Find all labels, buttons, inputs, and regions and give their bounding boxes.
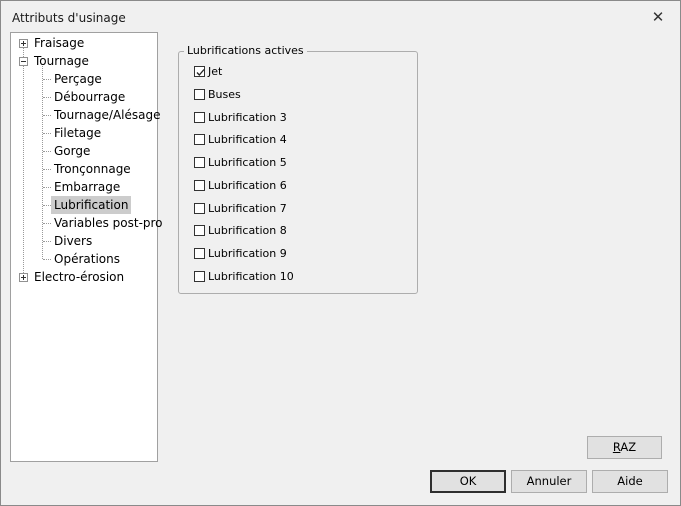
checkbox-label: Jet [208,65,223,78]
tree-line [43,187,51,188]
tree-item-lubrification[interactable]: Lubrification [51,196,132,214]
tree-item-divers[interactable]: Divers [54,232,92,250]
ok-button[interactable]: OK [430,470,506,493]
checkbox-label: Buses [208,88,241,101]
checkbox-box[interactable] [194,66,205,77]
tree-view[interactable]: Fraisage Tournage Perçage Débourrage Tou… [10,32,163,462]
tree-line [43,205,51,206]
dialog-window: Attributs d'usinage ✕ Fraisage Tournage … [0,0,681,506]
checkbox-label: Lubrification 3 [208,111,287,124]
tree-item-tournage[interactable]: Tournage [34,52,89,70]
raz-label: AZ [620,440,637,454]
checkbox-box[interactable] [194,89,205,100]
tree-line [23,48,24,273]
tree-item-tournage-alesage[interactable]: Tournage/Alésage [54,106,161,124]
checkbox-label: Lubrification 4 [208,133,287,146]
tree-item-embarrage[interactable]: Embarrage [54,178,120,196]
plus-icon[interactable] [19,39,28,48]
tree-line [43,259,51,260]
checkbox-box[interactable] [194,180,205,191]
tree-item-tronconnage[interactable]: Tronçonnage [54,160,131,178]
tree-line [43,79,51,80]
tree-line [43,223,51,224]
tree-line [43,115,51,116]
checkbox-box[interactable] [194,157,205,168]
checkbox-label: Lubrification 8 [208,224,287,237]
checkbox-box[interactable] [194,271,205,282]
checkbox-box[interactable] [194,248,205,259]
tree-line [42,66,43,259]
aide-button[interactable]: Aide [592,470,668,493]
minus-icon[interactable] [19,57,28,66]
tree-line [43,169,51,170]
checkmark-icon [196,69,205,76]
tree-line [43,241,51,242]
plus-icon[interactable] [19,273,28,282]
tree-item-operations[interactable]: Opérations [54,250,120,268]
tree-item-filetage[interactable]: Filetage [54,124,101,142]
tree-line [43,151,51,152]
tree-item-electro-erosion[interactable]: Electro-érosion [34,268,124,286]
checkbox-label: Lubrification 7 [208,202,287,215]
dialog-title: Attributs d'usinage [12,11,126,25]
raz-button[interactable]: RAZ [587,436,662,459]
tree-item-variables-post-pro[interactable]: Variables post-pro [54,214,163,232]
checkbox-label: Lubrification 5 [208,156,287,169]
checkbox-box[interactable] [194,112,205,123]
annuler-button[interactable]: Annuler [511,470,587,493]
groupbox-legend: Lubrifications actives [184,44,307,57]
tree-line [43,133,51,134]
checkbox-box[interactable] [194,225,205,236]
tree-item-fraisage[interactable]: Fraisage [34,34,84,52]
close-icon[interactable]: ✕ [648,7,668,27]
checkbox-box[interactable] [194,134,205,145]
checkbox-label: Lubrification 6 [208,179,287,192]
title-bar: Attributs d'usinage ✕ [1,1,680,32]
checkbox-box[interactable] [194,203,205,214]
tree-item-percage[interactable]: Perçage [54,70,102,88]
tree-item-debourrage[interactable]: Débourrage [54,88,125,106]
checkbox-label: Lubrification 10 [208,270,294,283]
checkbox-label: Lubrification 9 [208,247,287,260]
tree-item-gorge[interactable]: Gorge [54,142,90,160]
tree-line [43,97,51,98]
